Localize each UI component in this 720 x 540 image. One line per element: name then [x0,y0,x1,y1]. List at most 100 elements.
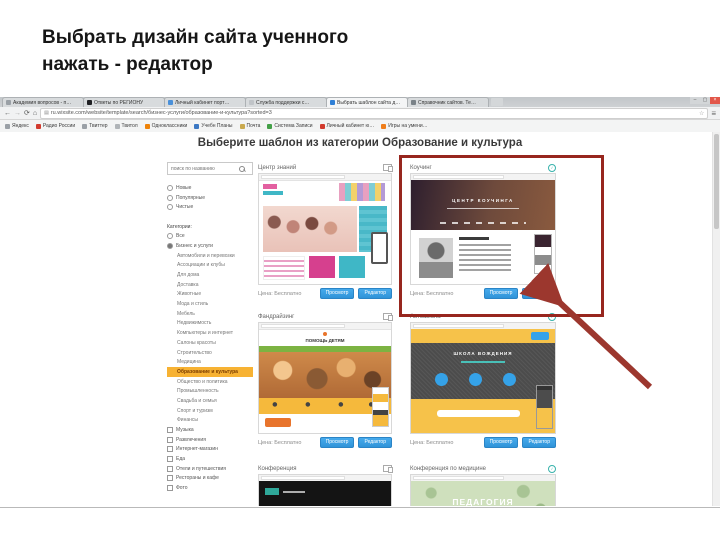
preview-button[interactable]: Просмотр [319,437,355,448]
bookmark-item[interactable]: Почта [239,123,261,129]
preview-button[interactable]: Просмотр [483,288,519,299]
thumbnail-decor [531,332,549,340]
filter-item[interactable]: Новые [167,183,253,193]
filter-item[interactable]: Для дома [167,270,253,280]
template-thumbnail[interactable]: ПЕДАГОГИЯ [410,474,556,506]
thumbnail-text: ПОМОЩЬ ДЕТЯМ [305,338,345,343]
responsive-icon[interactable] [383,313,393,321]
filter-item[interactable]: Интернет-магазин [167,445,253,455]
thumbnail-decor [411,343,555,399]
maximize-button[interactable]: ▢ [700,97,710,104]
tab[interactable]: Справочник сайтов. Те… [407,97,489,107]
preview-button[interactable]: Просмотр [483,437,519,448]
filter-item[interactable]: Музыка [167,425,253,435]
filter-label: Рестораны и кафе [176,475,219,482]
preview-button[interactable]: Просмотр [319,288,355,299]
filter-item[interactable]: Бизнес и услуги [167,241,253,251]
editor-button[interactable]: Редактор [522,288,556,299]
filter-item[interactable]: Строительство [167,348,253,358]
tab[interactable]: Личный кабинет порт… [164,97,246,107]
bookmark-item[interactable]: Твитол [114,123,138,129]
responsive-icon[interactable] [383,465,393,473]
info-icon[interactable]: i [548,163,556,172]
filter-item[interactable]: Автомобили и перевозки [167,251,253,261]
url-text: ru.wixsite.com/website/template/search/б… [50,110,272,116]
tab[interactable]: Академия вопросов - п… [2,97,84,107]
filter-item[interactable]: Мебель [167,309,253,319]
filter-item[interactable]: Общество и политика [167,377,253,387]
bookmark-favicon-icon [82,123,88,129]
info-icon[interactable]: i [548,464,556,473]
bookmark-item[interactable]: Радио России [35,123,75,129]
new-tab-button[interactable] [491,98,503,106]
template-name: Фандрайзинг [258,313,295,320]
filter-label: Для дома [177,272,200,279]
template-thumbnail[interactable]: ПОМОЩЬ ДЕТЯМ [258,322,392,434]
filter-item[interactable]: Все [167,231,253,241]
template-name: Автошкола [410,313,441,320]
filter-item[interactable]: Компьютеры и интернет [167,328,253,338]
filter-item[interactable]: Еда [167,454,253,464]
filter-item[interactable]: Промышленность [167,386,253,396]
minimize-button[interactable]: – [690,97,700,104]
template-name: Конференция по медицине [410,465,486,472]
filter-item[interactable]: Ассоциации и клубы [167,261,253,271]
bookmark-label: Почта [246,123,261,129]
bookmark-item[interactable]: Личный кабинет ю… [319,123,374,129]
bookmark-item[interactable]: Одноклассники [144,123,188,129]
filter-item[interactable]: Чистые [167,202,253,212]
template-thumbnail[interactable] [258,173,392,285]
responsive-icon-glyph [383,313,393,321]
filter-item[interactable]: Категории: [167,222,253,232]
card-footer: Цена: Бесплатно Просмотр Редактор [258,288,392,299]
bookmark-item[interactable]: Игры на умени… [381,123,428,129]
thumbnail-decor [419,238,453,278]
template-thumbnail[interactable]: ЦЕНТР КОУЧИНГА [410,173,556,285]
bookmark-label: Одноклассники [151,123,188,129]
bookmark-item[interactable]: Учебн Планы [194,123,233,129]
checkbox-icon [167,475,173,482]
filter-item[interactable]: Рестораны и кафе [167,474,253,484]
bookmark-item[interactable]: Яндекс [5,123,29,129]
bookmark-item[interactable]: Система Записи [267,123,313,129]
editor-button[interactable]: Редактор [358,437,392,448]
editor-button[interactable]: Редактор [358,288,392,299]
editor-button[interactable]: Редактор [522,437,556,448]
home-icon[interactable]: ⌂ [33,107,37,120]
template-search[interactable] [167,162,253,175]
filter-item[interactable]: Популярные [167,193,253,203]
search-input[interactable] [171,165,239,172]
filter-item[interactable]: Развлечения [167,435,253,445]
bookmark-star-icon[interactable]: ☆ [699,110,704,117]
bookmark-label: Твитол [121,123,138,129]
menu-icon[interactable]: ≡ [711,109,716,118]
filter-item[interactable]: Салоны красоты [167,338,253,348]
close-button[interactable]: × [710,97,720,104]
bookmark-item[interactable]: Твиттер [82,123,108,129]
responsive-icon[interactable] [383,164,393,172]
filter-item[interactable]: Доставка [167,280,253,290]
tab[interactable]: Ответы по РЕГИОНУ [83,97,165,107]
info-icon[interactable]: i [548,312,556,321]
filter-item[interactable]: Финансы [167,416,253,426]
filter-item[interactable]: Свадьба и семья [167,396,253,406]
scrollbar-thumb[interactable] [714,134,719,229]
filter-item[interactable]: Медицина [167,357,253,367]
filter-item[interactable]: Недвижимость [167,319,253,329]
filter-item[interactable]: Отели и путешествия [167,464,253,474]
scrollbar[interactable] [712,132,720,506]
filter-item[interactable]: Мода и стиль [167,299,253,309]
refresh-icon[interactable]: ⟳ [24,107,30,120]
tab-active[interactable]: Выбрать шаблон сайта д… [326,97,408,107]
filter-item[interactable]: Образование и культура [167,367,253,377]
thumbnail-decor [339,256,365,278]
template-thumbnail[interactable] [258,474,392,506]
forward-icon[interactable]: → [14,107,21,120]
address-bar[interactable]: ▤ ru.wixsite.com/website/template/search… [40,107,709,119]
filter-item[interactable]: Животные [167,290,253,300]
filter-item[interactable]: Спорт и туризм [167,406,253,416]
back-icon[interactable]: ← [4,107,11,120]
tab[interactable]: Служба поддержки с… [245,97,327,107]
filter-item[interactable]: Фото [167,483,253,493]
template-thumbnail[interactable]: ШКОЛА ВОЖДЕНИЯ [410,322,556,434]
